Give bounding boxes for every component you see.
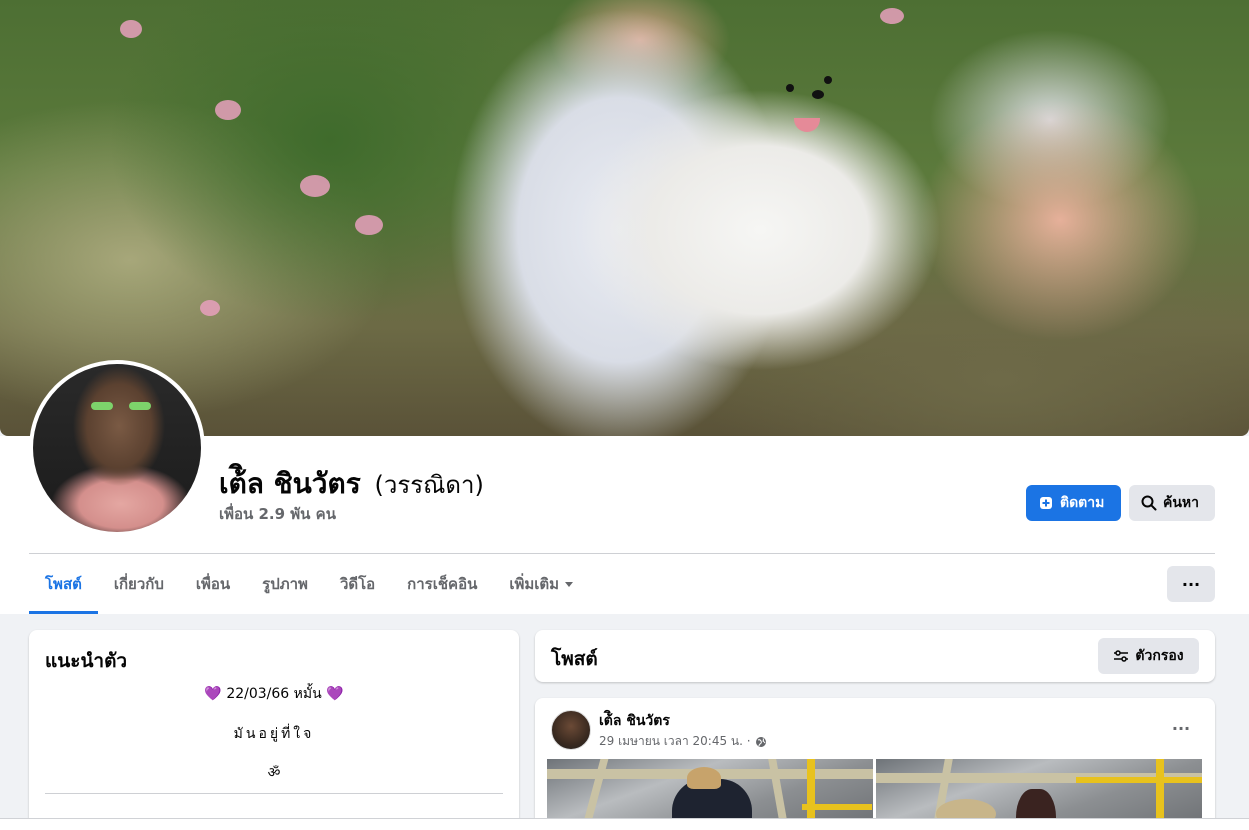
intro-title: แนะนำตัว	[45, 650, 128, 672]
chevron-down-icon	[565, 581, 574, 587]
follow-button[interactable]: ติดตาม	[1026, 485, 1121, 521]
purple-heart-icon: 💜	[326, 686, 344, 702]
follow-icon	[1040, 497, 1052, 509]
posts-title: โพสต์	[551, 648, 598, 670]
purple-heart-icon: 💜	[204, 686, 222, 702]
tab-photos[interactable]: รูปภาพ	[246, 554, 324, 614]
post-timestamp: 29 เมษายน เวลา 20:45 น. ·	[599, 732, 767, 751]
tab-checkins-label: การเช็คอิน	[407, 575, 478, 593]
post-author-name[interactable]: เต้ิล ชินวัตร	[599, 710, 670, 732]
post-author-avatar[interactable]	[551, 710, 591, 750]
profile-name: เต้ิล ชินวัตร (วรรณิดา)	[219, 462, 484, 506]
tab-friends-label: เพื่อน	[195, 575, 231, 593]
globe-icon	[755, 736, 766, 747]
tab-checkins[interactable]: การเช็คอิน	[391, 554, 493, 614]
intro-bio-line2: มันอยู่ที่ใจ	[233, 726, 315, 742]
tab-videos[interactable]: วิดีโอ	[324, 554, 391, 614]
more-dots-icon: ···	[1171, 718, 1191, 738]
intro-date-text: 22/03/66 หมั้น	[226, 686, 322, 702]
search-button[interactable]: ค้นหา	[1129, 485, 1215, 521]
profile-name-text: เต้ิล ชินวัตร	[219, 467, 361, 500]
filter-icon	[1114, 650, 1129, 662]
tab-about[interactable]: เกี่ยวกับ	[98, 554, 180, 614]
follow-label: ติดตาม	[1060, 495, 1105, 511]
tab-videos-label: วิดีโอ	[339, 575, 376, 593]
posts-header-card: โพสต์ ตัวกรอง	[535, 630, 1215, 682]
friend-count[interactable]: เพื่อน 2.9 พัน คน	[219, 502, 336, 526]
more-dots-icon: ···	[1181, 574, 1201, 594]
search-icon	[1141, 495, 1157, 511]
tab-more-label: เพิ่มเติม	[509, 575, 560, 593]
filter-button[interactable]: ตัวกรอง	[1098, 638, 1199, 674]
profile-avatar[interactable]	[29, 360, 205, 536]
intro-divider	[45, 793, 503, 794]
profile-alt-name: (วรรณิดา)	[374, 471, 484, 499]
cover-photo[interactable]	[0, 0, 1249, 436]
tab-more[interactable]: เพิ่มเติม	[493, 554, 589, 614]
post-card: เต้ิล ชินวัตร 29 เมษายน เวลา 20:45 น. · …	[535, 698, 1215, 830]
tab-about-label: เกี่ยวกับ	[113, 575, 164, 593]
dog-face	[780, 70, 860, 140]
tab-photos-label: รูปภาพ	[262, 575, 308, 593]
tab-friends[interactable]: เพื่อน	[180, 554, 246, 614]
tab-posts-label: โพสต์	[45, 575, 82, 593]
profile-tabs: โพสต์ เกี่ยวกับ เพื่อน รูปภาพ วิดีโอ การ…	[29, 554, 589, 614]
filter-label: ตัวกรอง	[1135, 648, 1184, 664]
page-bottom-strip	[0, 819, 1249, 830]
avatar-image	[33, 364, 201, 532]
profile-more-button[interactable]: ···	[1167, 566, 1215, 602]
intro-bio-line1: 💜 22/03/66 หมั้น 💜	[29, 683, 519, 705]
post-options-button[interactable]: ···	[1163, 714, 1199, 742]
intro-card: แนะนำตัว 💜 22/03/66 หมั้น 💜 มันอยู่ที่ใจ…	[29, 630, 519, 830]
tab-posts[interactable]: โพสต์	[29, 554, 98, 614]
intro-bio-line3: ॐ	[267, 765, 281, 781]
post-time-text[interactable]: 29 เมษายน เวลา 20:45 น. ·	[599, 732, 751, 751]
search-label: ค้นหา	[1163, 495, 1200, 511]
